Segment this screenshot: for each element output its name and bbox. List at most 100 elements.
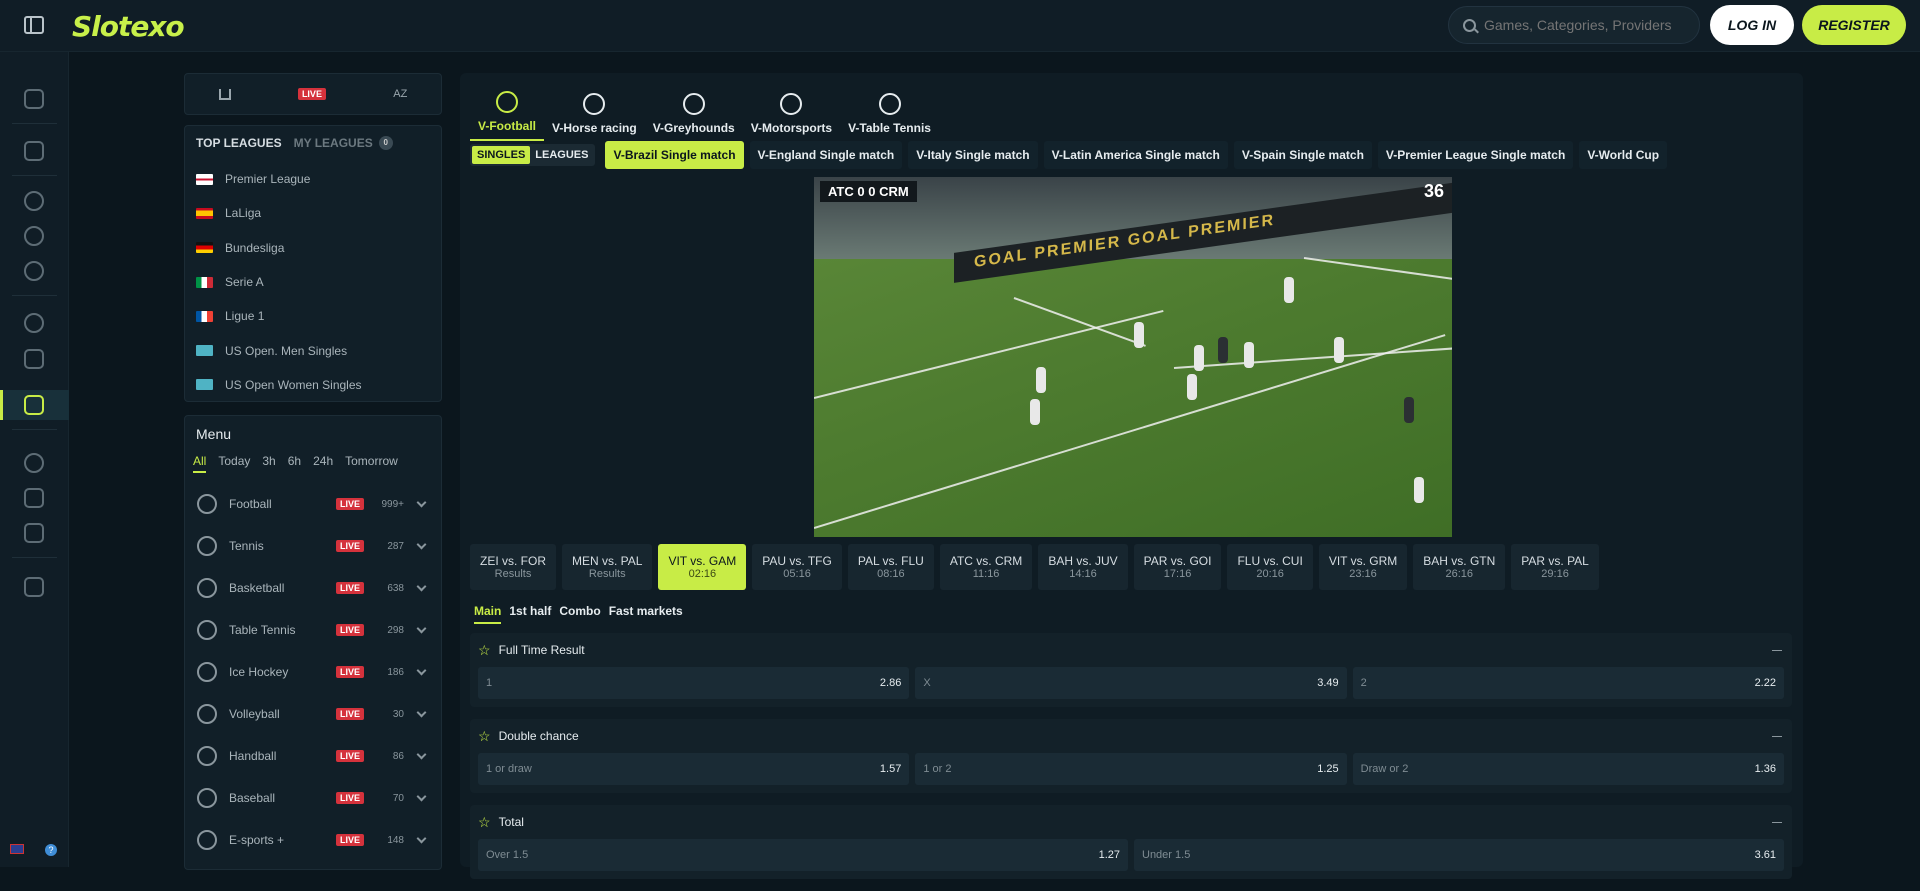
tab-combo[interactable]: Combo <box>559 604 600 624</box>
league-item[interactable]: Ligue 1 <box>196 299 430 333</box>
top-leagues-tab[interactable]: TOP LEAGUES <box>196 136 282 150</box>
league-item[interactable]: Serie A <box>196 265 430 299</box>
tab-main[interactable]: Main <box>474 604 502 624</box>
home-icon[interactable] <box>24 141 44 161</box>
sport-item[interactable]: Ice Hockey LIVE 186 <box>193 651 433 693</box>
tab-v-greyhounds[interactable]: V-Greyhounds <box>645 83 743 141</box>
live-video-icon[interactable] <box>24 349 44 369</box>
match-item[interactable]: MEN vs. PAL Results <box>562 544 653 590</box>
lightbulb-icon[interactable] <box>24 453 44 473</box>
chevron-down-icon[interactable] <box>416 791 427 801</box>
sport-item[interactable]: Volleyball LIVE 30 <box>193 693 433 735</box>
collapse-icon[interactable] <box>1772 821 1782 823</box>
time-filter-24h[interactable]: 24h <box>313 454 333 473</box>
language-flag-icon[interactable] <box>10 844 24 854</box>
sport-item[interactable]: Tennis LIVE 287 <box>193 525 433 567</box>
az-filter[interactable]: AZ <box>393 88 407 100</box>
tab-fast-markets[interactable]: Fast markets <box>609 604 683 624</box>
match-item[interactable]: PAU vs. TFG 05:16 <box>752 544 842 590</box>
tab-v-motorsports[interactable]: V-Motorsports <box>743 83 840 141</box>
chevron-down-icon[interactable] <box>416 623 427 633</box>
odd-button[interactable]: 1 or draw 1.57 <box>478 753 910 785</box>
league-item[interactable]: LaLiga <box>196 196 430 230</box>
casino-icon[interactable] <box>24 89 44 109</box>
search-input[interactable] <box>1484 17 1684 33</box>
league-chip[interactable]: V-England Single match <box>749 141 903 169</box>
gamepad-icon[interactable] <box>24 395 44 415</box>
tab-v-horse-racing[interactable]: V-Horse racing <box>544 83 645 141</box>
match-item[interactable]: ATC vs. CRM 11:16 <box>939 544 1033 590</box>
time-filter-3h[interactable]: 3h <box>262 454 275 473</box>
match-item[interactable]: VIT vs. GAM 02:16 <box>658 544 747 590</box>
chevron-down-icon[interactable] <box>416 581 427 591</box>
sport-item[interactable]: Table Tennis LIVE 298 <box>193 609 433 651</box>
search-box[interactable] <box>1448 6 1700 44</box>
tab-v-table-tennis[interactable]: V-Table Tennis <box>840 83 939 141</box>
match-item[interactable]: PAR vs. GOI 17:16 <box>1133 544 1222 590</box>
sport-item[interactable]: E-sports + LIVE 148 <box>193 819 433 861</box>
match-item[interactable]: BAH vs. GTN 26:16 <box>1413 544 1506 590</box>
home-filter-icon[interactable] <box>218 88 231 100</box>
match-item[interactable]: PAR vs. PAL 29:16 <box>1511 544 1599 590</box>
match-item[interactable]: BAH vs. JUV 14:16 <box>1038 544 1128 590</box>
slots-icon[interactable] <box>24 261 44 281</box>
time-filter-today[interactable]: Today <box>218 454 250 473</box>
league-item[interactable]: Premier League <box>196 162 430 196</box>
chevron-down-icon[interactable] <box>416 707 427 717</box>
trophy-icon[interactable] <box>24 488 44 508</box>
roulette-icon[interactable] <box>24 191 44 211</box>
odd-button[interactable]: 1 2.86 <box>478 667 910 699</box>
leagues-toggle[interactable]: LEAGUES <box>530 146 593 164</box>
match-video[interactable]: GOAL PREMIER GOAL PREMIER ATC 0 0 CRM 36 <box>814 177 1452 537</box>
league-item[interactable]: US Open. Men Singles <box>196 333 430 367</box>
star-icon[interactable]: ☆ <box>478 642 491 659</box>
match-item[interactable]: VIT vs. GRM 23:16 <box>1318 544 1408 590</box>
shop-icon[interactable] <box>24 523 44 543</box>
logo[interactable]: Slotexo <box>72 10 185 43</box>
odd-button[interactable]: Under 1.5 3.61 <box>1134 839 1784 871</box>
odd-button[interactable]: Over 1.5 1.27 <box>478 839 1128 871</box>
time-filter-tomorrow[interactable]: Tomorrow <box>345 454 398 473</box>
sport-item[interactable]: Football LIVE 999+ <box>193 483 433 525</box>
match-item[interactable]: PAL vs. FLU 08:16 <box>847 544 934 590</box>
sport-item[interactable]: Baseball LIVE 70 <box>193 777 433 819</box>
sport-item[interactable]: Handball LIVE 86 <box>193 735 433 777</box>
collapse-icon[interactable] <box>1772 735 1782 737</box>
sidebar-toggle-icon[interactable] <box>24 16 44 34</box>
chevron-down-icon[interactable] <box>416 665 427 675</box>
chevron-down-icon[interactable] <box>416 539 427 549</box>
match-item[interactable]: FLU vs. CUI 20:16 <box>1227 544 1313 590</box>
odd-button[interactable]: X 3.49 <box>915 667 1347 699</box>
time-filter-all[interactable]: All <box>193 454 207 473</box>
chevron-down-icon[interactable] <box>416 497 427 507</box>
live-filter[interactable]: LIVE <box>297 88 326 100</box>
league-chip[interactable]: V-Brazil Single match <box>605 141 744 169</box>
match-item[interactable]: ZEI vs. FOR Results <box>470 544 556 590</box>
help-icon[interactable]: ? <box>45 844 57 856</box>
league-item[interactable]: Bundesliga <box>196 231 430 265</box>
league-item[interactable]: US Open Women Singles <box>196 368 430 402</box>
league-chip[interactable]: V-Spain Single match <box>1233 141 1372 169</box>
chevron-down-icon[interactable] <box>416 749 427 759</box>
league-chip[interactable]: V-Premier League Single match <box>1377 141 1574 169</box>
sport-item[interactable]: Basketball LIVE 638 <box>193 567 433 609</box>
star-icon[interactable]: ☆ <box>478 814 491 831</box>
league-chip[interactable]: V-Latin America Single match <box>1043 141 1228 169</box>
login-button[interactable]: LOG IN <box>1710 5 1794 45</box>
star-icon[interactable]: ☆ <box>478 728 491 745</box>
league-chip[interactable]: V-World Cup <box>1579 141 1668 169</box>
singles-toggle[interactable]: SINGLES <box>472 146 531 164</box>
tab-v-football[interactable]: V-Football <box>470 83 544 141</box>
register-button[interactable]: REGISTER <box>1802 5 1906 45</box>
time-filter-6h[interactable]: 6h <box>288 454 301 473</box>
collapse-icon[interactable] <box>1772 649 1782 651</box>
spade-icon[interactable] <box>24 226 44 246</box>
vip-diamond-icon[interactable] <box>24 577 44 597</box>
chevron-down-icon[interactable] <box>416 833 427 843</box>
tab-1st-half[interactable]: 1st half <box>509 604 551 624</box>
sports-icon[interactable] <box>24 313 44 333</box>
odd-button[interactable]: 1 or 2 1.25 <box>915 753 1347 785</box>
league-chip[interactable]: V-Italy Single match <box>908 141 1038 169</box>
my-leagues-tab[interactable]: MY LEAGUES <box>294 136 373 150</box>
odd-button[interactable]: 2 2.22 <box>1352 667 1784 699</box>
